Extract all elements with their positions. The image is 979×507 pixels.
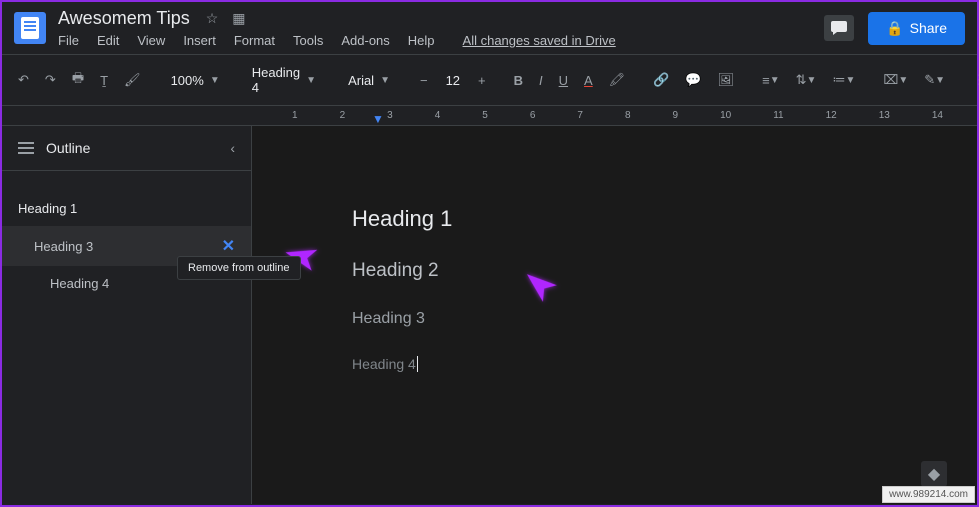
menu-view[interactable]: View — [137, 33, 165, 48]
menu-help[interactable]: Help — [408, 33, 435, 48]
document-canvas[interactable]: Heading 1 Heading 2 Heading 3 Heading 4 — [252, 126, 977, 504]
font-size-decrease[interactable]: − — [414, 69, 434, 92]
document-title[interactable]: Awesomem Tips — [58, 8, 190, 29]
ruler-mark: 11 — [773, 110, 783, 121]
document-heading[interactable]: Heading 4 — [352, 356, 977, 372]
tooltip: Remove from outline — [177, 256, 301, 280]
redo-button[interactable]: ↷ — [39, 68, 62, 92]
style-select[interactable]: Heading 4▼ — [244, 61, 324, 99]
ruler-mark: 13 — [879, 110, 890, 121]
menu-addons[interactable]: Add-ons — [341, 33, 389, 48]
outline-item[interactable]: Heading 1 — [2, 191, 251, 226]
ruler-mark: 8 — [625, 110, 631, 121]
titlebar: Awesomem Tips ☆ ▦ File Edit View Insert … — [2, 2, 977, 54]
document-heading[interactable]: Heading 2 — [352, 260, 977, 282]
comment-button[interactable]: 💬 — [679, 68, 707, 92]
watermark: www.989214.com — [882, 486, 975, 503]
saved-status[interactable]: All changes saved in Drive — [463, 33, 616, 48]
toolbar: ↶ ↷ 🖶 Ṯ 🖌 100%▼ Heading 4▼ Arial▼ − 12 +… — [2, 54, 977, 106]
menu-tools[interactable]: Tools — [293, 33, 323, 48]
editing-mode-button[interactable]: ✎▼ — [918, 68, 951, 92]
outline-title: Outline — [46, 140, 218, 156]
text-color-button[interactable]: A — [578, 69, 599, 92]
image-button[interactable]: 🖼 — [712, 68, 741, 92]
ruler-mark: 3 — [387, 110, 393, 121]
share-button[interactable]: 🔒 Share — [868, 12, 965, 45]
docs-logo-icon[interactable] — [14, 12, 46, 44]
ruler-mark: 6 — [530, 110, 536, 121]
font-select[interactable]: Arial▼ — [340, 69, 398, 92]
outline-item[interactable]: Heading 3 ✕ Remove from outline — [2, 226, 251, 266]
menubar: File Edit View Insert Format Tools Add-o… — [58, 33, 812, 48]
underline-button[interactable]: U — [553, 69, 574, 92]
font-size-input[interactable]: 12 — [438, 69, 468, 92]
remove-outline-button[interactable]: ✕ — [222, 236, 235, 256]
collapse-outline-button[interactable]: ‹ — [230, 140, 235, 156]
ruler-mark: 4 — [435, 110, 441, 121]
bold-button[interactable]: B — [508, 69, 529, 92]
ruler-mark: 14 — [932, 110, 943, 121]
ruler-mark: 10 — [720, 110, 731, 121]
line-spacing-button[interactable]: ⇅▼ — [790, 68, 823, 92]
font-size-increase[interactable]: + — [472, 69, 492, 92]
folder-icon[interactable]: ▦ — [232, 10, 245, 27]
star-icon[interactable]: ☆ — [206, 10, 219, 27]
list-button[interactable]: ≔▼ — [826, 68, 861, 92]
menu-edit[interactable]: Edit — [97, 33, 119, 48]
ruler-mark: 1 — [292, 110, 298, 121]
paint-format-button[interactable]: 🖌 — [118, 68, 147, 92]
align-button[interactable]: ≡▼ — [756, 69, 786, 92]
ruler-mark: 7 — [577, 110, 583, 121]
outline-sidebar: Outline ‹ Heading 1 Heading 3 ✕ Remove f… — [2, 126, 252, 504]
indent-marker-icon[interactable]: ▼ — [372, 112, 384, 126]
explore-button[interactable]: ◆ — [921, 461, 947, 487]
comments-button[interactable] — [824, 15, 854, 41]
ruler-mark: 2 — [340, 110, 346, 121]
menu-file[interactable]: File — [58, 33, 79, 48]
ruler-mark: 5 — [482, 110, 488, 121]
document-heading[interactable]: Heading 1 — [352, 206, 977, 232]
ruler[interactable]: ▼ 1 2 3 4 5 6 7 8 9 10 11 12 13 14 15 — [2, 106, 977, 126]
ruler-mark: 12 — [826, 110, 837, 121]
undo-button[interactable]: ↶ — [12, 68, 35, 92]
spellcheck-button[interactable]: Ṯ — [94, 69, 114, 92]
italic-button[interactable]: I — [533, 69, 549, 92]
document-heading[interactable]: Heading 3 — [352, 310, 977, 328]
menu-insert[interactable]: Insert — [183, 33, 216, 48]
print-button[interactable]: 🖶 — [66, 65, 90, 95]
ruler-mark: 9 — [673, 110, 679, 121]
menu-format[interactable]: Format — [234, 33, 275, 48]
link-button[interactable]: 🔗 — [647, 68, 675, 92]
zoom-select[interactable]: 100%▼ — [163, 69, 228, 92]
outline-icon — [18, 142, 34, 154]
lock-icon: 🔒 — [886, 20, 903, 37]
highlight-button[interactable]: 🖍 — [603, 68, 632, 92]
expand-toolbar-button[interactable]: ⋮ — [967, 68, 979, 92]
clear-format-button[interactable]: ⌧▼ — [877, 68, 914, 92]
